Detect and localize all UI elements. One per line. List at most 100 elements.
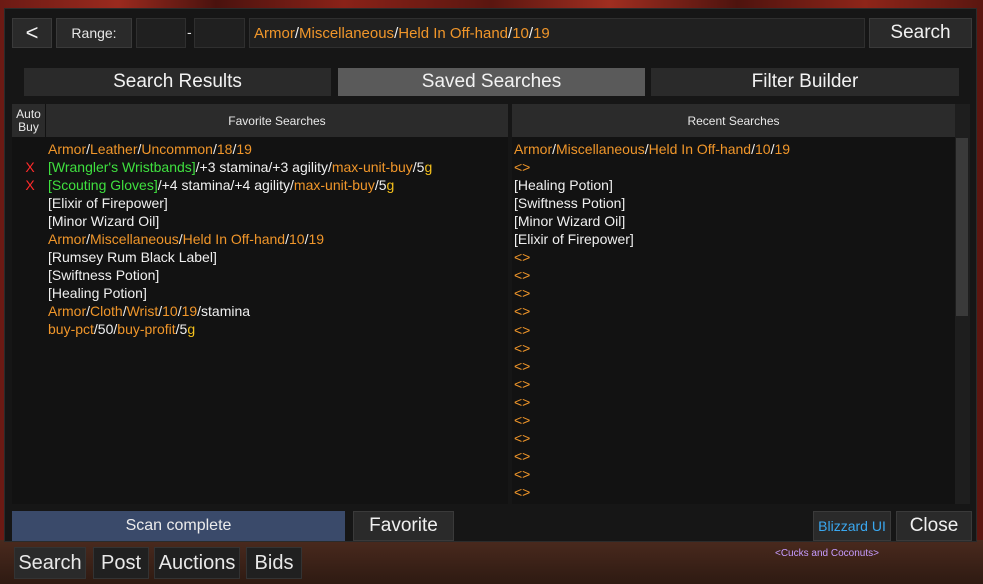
text-segment: <> — [514, 375, 531, 392]
status-bar: Scan complete — [12, 511, 345, 541]
text-segment: <> — [514, 285, 531, 302]
text-segment: Held In Off-hand — [398, 25, 509, 42]
recent-search-row[interactable]: <> — [514, 411, 530, 429]
bottom-tab-post[interactable]: Post — [93, 547, 149, 579]
text-segment: max-unit-buy — [293, 177, 375, 193]
text-segment: <> — [514, 339, 531, 356]
text-segment: Armor — [48, 231, 87, 247]
text-segment: [Rumsey Rum Black Label] — [48, 249, 217, 265]
recent-search-row[interactable]: <> — [514, 375, 530, 393]
autobuy-header: Auto Buy — [12, 104, 45, 137]
recent-search-row[interactable]: <> — [514, 465, 530, 483]
text-segment: g — [386, 177, 395, 193]
range-min-input[interactable] — [136, 18, 186, 48]
recent-search-row[interactable]: <> — [514, 447, 530, 465]
tab-search-results[interactable]: Search Results — [24, 68, 331, 96]
recent-search-row[interactable]: <> — [514, 284, 530, 302]
text-segment: Miscellaneous — [299, 25, 395, 42]
recent-search-row[interactable]: <> — [514, 429, 530, 447]
text-segment: Armor — [48, 141, 87, 157]
recent-search-row[interactable]: [Elixir of Firepower] — [514, 230, 634, 248]
favorite-search-row[interactable]: [Healing Potion] — [48, 284, 147, 302]
text-segment: 19 — [533, 25, 550, 42]
tab-saved-searches[interactable]: Saved Searches — [338, 68, 645, 96]
text-segment: [Scouting Gloves] — [48, 177, 158, 193]
text-segment: 10 — [289, 231, 305, 247]
text-segment: buy-pct — [48, 321, 94, 337]
text-segment: /stamina — [197, 303, 251, 319]
back-button[interactable]: < — [12, 18, 52, 48]
text-segment: <> — [514, 357, 531, 374]
close-button[interactable]: Close — [896, 511, 972, 541]
tab-filter-builder[interactable]: Filter Builder — [651, 68, 959, 96]
recent-search-row[interactable]: <> — [514, 483, 530, 501]
text-segment: <> — [514, 411, 531, 428]
text-segment: Uncommon — [141, 141, 213, 157]
favorite-search-row[interactable]: [Minor Wizard Oil] — [48, 212, 159, 230]
favorite-search-row[interactable]: [Elixir of Firepower] — [48, 194, 168, 212]
text-segment: /+3 stamina/+3 agility/ — [195, 159, 332, 175]
search-query-text: Armor/Miscellaneous/Held In Off-hand/10/… — [254, 25, 550, 42]
range-dash: - — [187, 24, 192, 40]
text-segment: Cloth — [90, 303, 123, 319]
text-segment: [Swiftness Potion] — [48, 267, 160, 283]
favorite-search-row[interactable]: buy-pct/50/buy-profit/5g — [48, 320, 195, 338]
recent-search-row[interactable]: [Swiftness Potion] — [514, 194, 625, 212]
text-segment: Held In Off-hand — [648, 141, 752, 157]
text-segment: 19 — [308, 231, 325, 247]
text-segment: 19 — [774, 141, 791, 157]
bottom-tab-auctions[interactable]: Auctions — [154, 547, 240, 579]
favorite-search-row[interactable]: [Rumsey Rum Black Label] — [48, 248, 217, 266]
favorite-search-row[interactable]: [Scouting Gloves]/+4 stamina/+4 agility/… — [48, 176, 394, 194]
favorite-button[interactable]: Favorite — [353, 511, 454, 541]
text-segment: max-unit-buy — [331, 159, 413, 175]
favorite-search-row[interactable]: [Wrangler's Wristbands]/+3 stamina/+3 ag… — [48, 158, 432, 176]
recent-search-row[interactable]: <> — [514, 302, 530, 320]
bottom-tab-bids[interactable]: Bids — [246, 547, 302, 579]
bottom-tab-search[interactable]: Search — [14, 547, 86, 579]
recent-scrollbar-thumb[interactable] — [956, 138, 968, 316]
blizzard-ui-button[interactable]: Blizzard UI — [813, 511, 891, 541]
recent-search-row[interactable]: <> — [514, 266, 530, 284]
text-segment: Leather — [90, 141, 138, 157]
text-segment: Armor — [254, 25, 295, 42]
recent-search-row[interactable]: <> — [514, 321, 530, 339]
text-segment: [Wrangler's Wristbands] — [48, 159, 196, 175]
text-segment: <> — [514, 267, 531, 284]
guild-tag: <Cucks and Coconuts> — [775, 548, 879, 559]
text-segment: [Healing Potion] — [48, 285, 147, 301]
text-segment: <> — [514, 393, 531, 410]
search-button[interactable]: Search — [869, 18, 972, 48]
text-segment: Wrist — [126, 303, 159, 319]
text-segment: Armor — [514, 141, 553, 157]
recent-search-row[interactable]: <> — [514, 339, 530, 357]
text-segment: <> — [514, 321, 531, 338]
recent-search-row[interactable]: [Healing Potion] — [514, 176, 613, 194]
text-segment: <> — [514, 483, 531, 500]
search-query-input[interactable]: Armor/Miscellaneous/Held In Off-hand/10/… — [249, 18, 865, 48]
favorite-search-row[interactable]: Armor/Leather/Uncommon/18/19 — [48, 140, 252, 158]
recent-search-row[interactable]: <> — [514, 357, 530, 375]
range-max-input[interactable] — [194, 18, 245, 48]
text-segment: 5 — [378, 177, 387, 193]
text-segment: 10 — [162, 303, 178, 319]
recent-search-row[interactable]: <> — [514, 248, 530, 266]
text-segment: buy-profit — [117, 321, 176, 337]
favorite-search-row[interactable]: Armor/Miscellaneous/Held In Off-hand/10/… — [48, 230, 324, 248]
recent-search-row[interactable]: [Minor Wizard Oil] — [514, 212, 625, 230]
text-segment: Armor — [48, 303, 87, 319]
autobuy-close-icon[interactable]: X — [24, 176, 36, 194]
autobuy-close-icon[interactable]: X — [24, 158, 36, 176]
text-segment: Miscellaneous — [556, 141, 645, 157]
favorite-search-row[interactable]: Armor/Cloth/Wrist/10/19/stamina — [48, 302, 250, 320]
text-segment: Miscellaneous — [90, 231, 179, 247]
text-segment: g — [187, 321, 196, 337]
recent-search-row[interactable]: Armor/Miscellaneous/Held In Off-hand/10/… — [514, 140, 790, 158]
text-segment: 18 — [216, 141, 233, 157]
favorite-search-row[interactable]: [Swiftness Potion] — [48, 266, 159, 284]
recent-search-row[interactable]: <> — [514, 158, 530, 176]
recent-search-row[interactable]: <> — [514, 393, 530, 411]
text-segment: <> — [514, 249, 531, 266]
text-segment: 10 — [755, 141, 771, 157]
text-segment: 19 — [236, 141, 252, 157]
